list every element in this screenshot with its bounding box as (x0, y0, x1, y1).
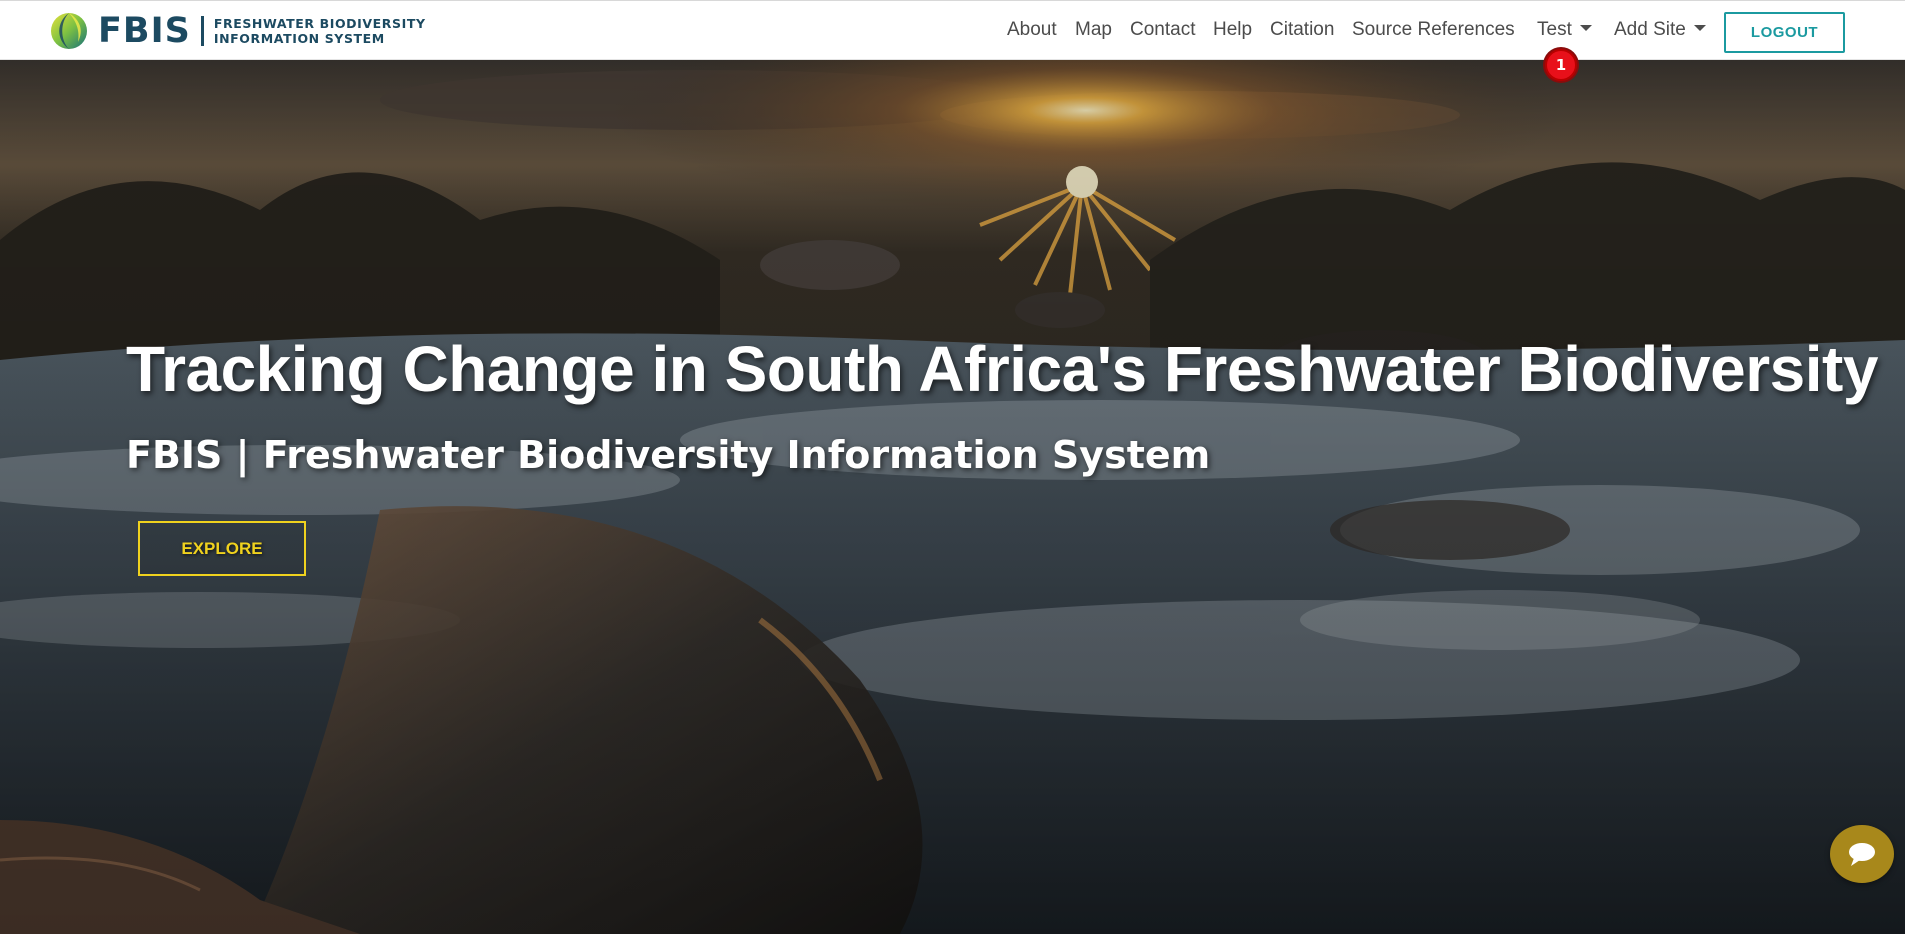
brand-divider (200, 16, 204, 46)
brand-short-name: FBIS (98, 11, 191, 51)
nav-about[interactable]: About (1007, 19, 1057, 41)
caret-down-icon (1693, 24, 1706, 31)
chat-bubble-icon (1849, 843, 1875, 866)
nav-add-site-label: Add Site (1614, 19, 1686, 40)
brand-line-1: FRESHWATER BIODIVERSITY (213, 16, 426, 31)
hero-background-image (0, 60, 1905, 934)
top-navbar: FBIS FRESHWATER BIODIVERSITY INFORMATION… (0, 0, 1905, 60)
hero-subtitle: FBIS | Freshwater Biodiversity Informati… (126, 433, 1211, 477)
nav-test-label: Test (1537, 19, 1572, 40)
hero-title: Tracking Change in South Africa's Freshw… (126, 333, 1878, 405)
fbis-logo-icon (51, 13, 87, 49)
logout-button[interactable]: LOGOUT (1724, 12, 1845, 53)
nav-contact[interactable]: Contact (1130, 19, 1195, 41)
brand-full-name: FRESHWATER BIODIVERSITY INFORMATION SYST… (214, 16, 426, 46)
notification-badge[interactable]: 1 (1545, 49, 1577, 81)
nav-test-dropdown[interactable]: Test (1537, 19, 1592, 41)
nav-source-references[interactable]: Source References (1352, 19, 1515, 41)
explore-button[interactable]: EXPLORE (138, 521, 306, 576)
nav-citation[interactable]: Citation (1270, 19, 1334, 41)
nav-map[interactable]: Map (1075, 19, 1112, 41)
caret-down-icon (1579, 24, 1592, 31)
nav-help[interactable]: Help (1213, 19, 1252, 41)
nav-add-site-dropdown[interactable]: Add Site (1614, 19, 1706, 41)
brand-logo-link[interactable]: FBIS FRESHWATER BIODIVERSITY INFORMATION… (50, 12, 426, 50)
chat-button[interactable] (1830, 825, 1894, 883)
hero-section: Tracking Change in South Africa's Freshw… (0, 60, 1905, 934)
brand-line-2: INFORMATION SYSTEM (213, 31, 385, 46)
